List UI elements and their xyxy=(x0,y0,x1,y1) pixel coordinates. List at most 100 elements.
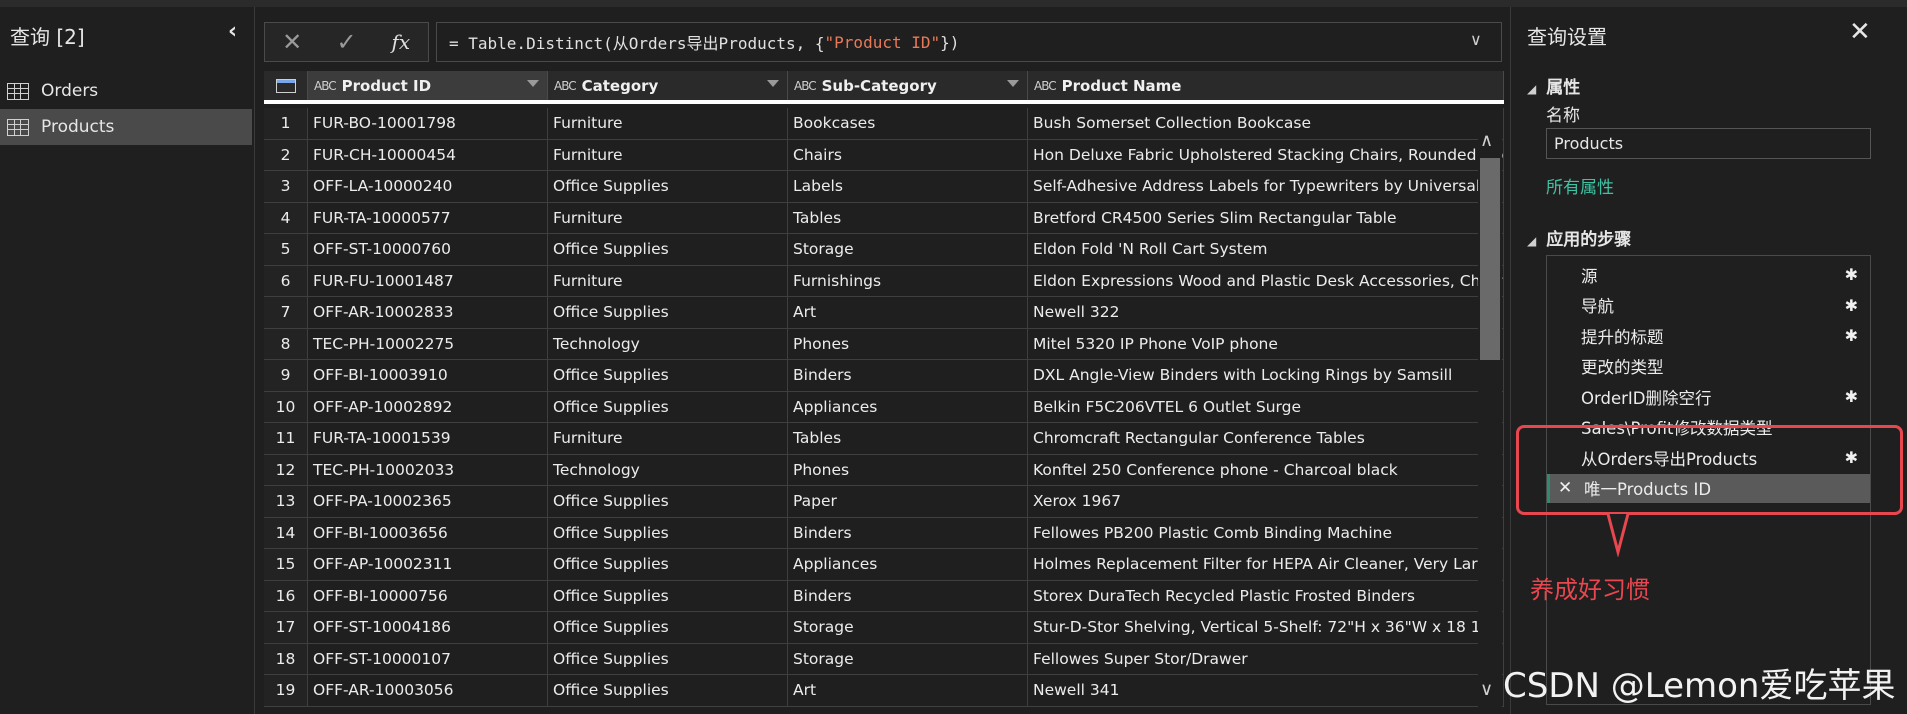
cell-category[interactable]: Office Supplies xyxy=(548,517,788,548)
cell-sub-category[interactable]: Phones xyxy=(788,328,1028,359)
cell-product-id[interactable]: OFF-AR-10003056 xyxy=(308,675,548,706)
column-header-sub-category[interactable]: ABC Sub-Category xyxy=(788,71,1028,100)
gear-icon[interactable]: ✱ xyxy=(1845,296,1858,315)
table-row[interactable]: 11 FUR-TA-10001539 Furniture Tables Chromcra… xyxy=(264,423,1504,455)
cell-sub-category[interactable]: Tables xyxy=(788,202,1028,233)
gear-icon[interactable]: ✱ xyxy=(1845,265,1858,284)
applied-step[interactable]: 源 ✱ xyxy=(1547,260,1870,290)
cell-product-id[interactable]: OFF-BI-10000756 xyxy=(308,580,548,611)
query-item-orders[interactable]: Orders xyxy=(0,73,252,109)
cell-sub-category[interactable]: Art xyxy=(788,297,1028,328)
row-number[interactable]: 8 xyxy=(264,328,308,359)
scrollbar-thumb[interactable] xyxy=(1480,158,1500,360)
table-row[interactable]: 3 OFF-LA-10000240 Office Supplies Labels Sel… xyxy=(264,171,1504,203)
cell-sub-category[interactable]: Storage xyxy=(788,612,1028,643)
cell-category[interactable]: Furniture xyxy=(548,423,788,454)
cell-sub-category[interactable]: Paper xyxy=(788,486,1028,517)
cell-product-id[interactable]: OFF-BI-10003910 xyxy=(308,360,548,391)
cell-product-id[interactable]: TEC-PH-10002275 xyxy=(308,328,548,359)
chevron-up-icon[interactable]: ∧ xyxy=(1480,130,1493,151)
cell-product-id[interactable]: OFF-AP-10002892 xyxy=(308,391,548,422)
cell-product-name[interactable]: Eldon Expressions Wood and Plastic Desk … xyxy=(1028,265,1504,296)
cell-sub-category[interactable]: Appliances xyxy=(788,549,1028,580)
cell-product-name[interactable]: Storex DuraTech Recycled Plastic Frosted… xyxy=(1028,580,1504,611)
chevron-down-icon[interactable]: ∨ xyxy=(1480,679,1493,700)
table-row[interactable]: 4 FUR-TA-10000577 Furniture Tables Bretford … xyxy=(264,202,1504,234)
cell-product-name[interactable]: Belkin F5C206VTEL 6 Outlet Surge xyxy=(1028,391,1504,422)
fx-icon[interactable]: fx xyxy=(374,30,428,54)
row-number[interactable]: 2 xyxy=(264,139,308,170)
row-number[interactable]: 17 xyxy=(264,612,308,643)
applied-step[interactable]: 提升的标题 ✱ xyxy=(1547,321,1870,351)
cell-category[interactable]: Furniture xyxy=(548,139,788,170)
all-properties-link[interactable]: 所有属性 xyxy=(1546,173,1614,198)
row-number[interactable]: 9 xyxy=(264,360,308,391)
cell-product-name[interactable]: Bretford CR4500 Series Slim Rectangular … xyxy=(1028,202,1504,233)
cell-category[interactable]: Furniture xyxy=(548,108,788,139)
table-row[interactable]: 17 OFF-ST-10004186 Office Supplies Storage S… xyxy=(264,612,1504,644)
row-number[interactable]: 16 xyxy=(264,580,308,611)
vertical-scrollbar[interactable]: ∧ ∨ xyxy=(1478,128,1502,714)
cell-category[interactable]: Office Supplies xyxy=(548,171,788,202)
cell-sub-category[interactable]: Storage xyxy=(788,643,1028,674)
close-icon[interactable]: ✕ xyxy=(1849,17,1871,47)
cell-category[interactable]: Furniture xyxy=(548,265,788,296)
cell-product-id[interactable]: OFF-AR-10002833 xyxy=(308,297,548,328)
cell-product-id[interactable]: OFF-AP-10002311 xyxy=(308,549,548,580)
dropdown-icon[interactable] xyxy=(767,80,779,87)
cell-product-name[interactable]: Fellowes PB200 Plastic Comb Binding Mach… xyxy=(1028,517,1504,548)
cell-sub-category[interactable]: Phones xyxy=(788,454,1028,485)
row-number[interactable]: 11 xyxy=(264,423,308,454)
cell-sub-category[interactable]: Chairs xyxy=(788,139,1028,170)
cell-sub-category[interactable]: Tables xyxy=(788,423,1028,454)
cell-category[interactable]: Technology xyxy=(548,328,788,359)
row-number[interactable]: 15 xyxy=(264,549,308,580)
check-icon[interactable]: ✓ xyxy=(319,28,373,56)
cell-category[interactable]: Office Supplies xyxy=(548,675,788,706)
row-number[interactable]: 14 xyxy=(264,517,308,548)
cell-product-name[interactable]: Mitel 5320 IP Phone VoIP phone xyxy=(1028,328,1504,359)
cell-product-name[interactable]: Self-Adhesive Address Labels for Typewri… xyxy=(1028,171,1504,202)
cell-product-name[interactable]: Bush Somerset Collection Bookcase xyxy=(1028,108,1504,139)
table-row[interactable]: 1 FUR-BO-10001798 Furniture Bookcases Bush S… xyxy=(264,108,1504,140)
query-item-products[interactable]: Products xyxy=(0,109,252,145)
cell-product-id[interactable]: TEC-PH-10002033 xyxy=(308,454,548,485)
cell-sub-category[interactable]: Furnishings xyxy=(788,265,1028,296)
cell-product-name[interactable]: Fellowes Super Stor/Drawer xyxy=(1028,643,1504,674)
table-row[interactable]: 13 OFF-PA-10002365 Office Supplies Paper Xer… xyxy=(264,486,1504,518)
formula-input[interactable]: = Table.Distinct(从Orders导出Products, {"Pr… xyxy=(436,22,1502,62)
cell-category[interactable]: Office Supplies xyxy=(548,549,788,580)
close-icon[interactable]: ✕ xyxy=(265,28,319,56)
row-number[interactable]: 4 xyxy=(264,202,308,233)
cell-product-id[interactable]: OFF-BI-10003656 xyxy=(308,517,548,548)
applied-steps-header[interactable]: ◢ 应用的步骤 xyxy=(1527,225,1631,250)
column-header-product-name[interactable]: ABC Product Name xyxy=(1028,71,1504,100)
table-row[interactable]: 7 OFF-AR-10002833 Office Supplies Art Newell… xyxy=(264,297,1504,329)
cell-product-id[interactable]: OFF-ST-10000760 xyxy=(308,234,548,265)
table-row[interactable]: 2 FUR-CH-10000454 Furniture Chairs Hon Delux… xyxy=(264,139,1504,171)
cell-product-name[interactable]: Newell 341 xyxy=(1028,675,1504,706)
cell-sub-category[interactable]: Binders xyxy=(788,580,1028,611)
dropdown-icon[interactable] xyxy=(1007,80,1019,87)
table-row[interactable]: 18 OFF-ST-10000107 Office Supplies Storage F… xyxy=(264,643,1504,675)
cell-product-name[interactable]: Stur-D-Stor Shelving, Vertical 5-Shelf: … xyxy=(1028,612,1504,643)
row-number[interactable]: 18 xyxy=(264,643,308,674)
row-number[interactable]: 1 xyxy=(264,108,308,139)
properties-section-header[interactable]: ◢ 属性 xyxy=(1527,73,1580,98)
applied-step[interactable]: 导航 ✱ xyxy=(1547,291,1870,321)
row-number[interactable]: 5 xyxy=(264,234,308,265)
table-row[interactable]: 9 OFF-BI-10003910 Office Supplies Binders DX… xyxy=(264,360,1504,392)
cell-product-id[interactable]: OFF-PA-10002365 xyxy=(308,486,548,517)
table-row[interactable]: 19 OFF-AR-10003056 Office Supplies Art Newel… xyxy=(264,675,1504,707)
dropdown-icon[interactable] xyxy=(527,80,539,87)
cell-product-name[interactable]: Newell 322 xyxy=(1028,297,1504,328)
cell-category[interactable]: Office Supplies xyxy=(548,580,788,611)
table-menu-button[interactable] xyxy=(264,71,308,100)
cell-product-id[interactable]: FUR-TA-10000577 xyxy=(308,202,548,233)
table-row[interactable]: 12 TEC-PH-10002033 Technology Phones Konftel… xyxy=(264,454,1504,486)
gear-icon[interactable]: ✱ xyxy=(1845,326,1858,345)
cell-sub-category[interactable]: Storage xyxy=(788,234,1028,265)
cell-product-name[interactable]: Konftel 250 Conference phone - Charcoal … xyxy=(1028,454,1504,485)
cell-category[interactable]: Furniture xyxy=(548,202,788,233)
cell-sub-category[interactable]: Appliances xyxy=(788,391,1028,422)
